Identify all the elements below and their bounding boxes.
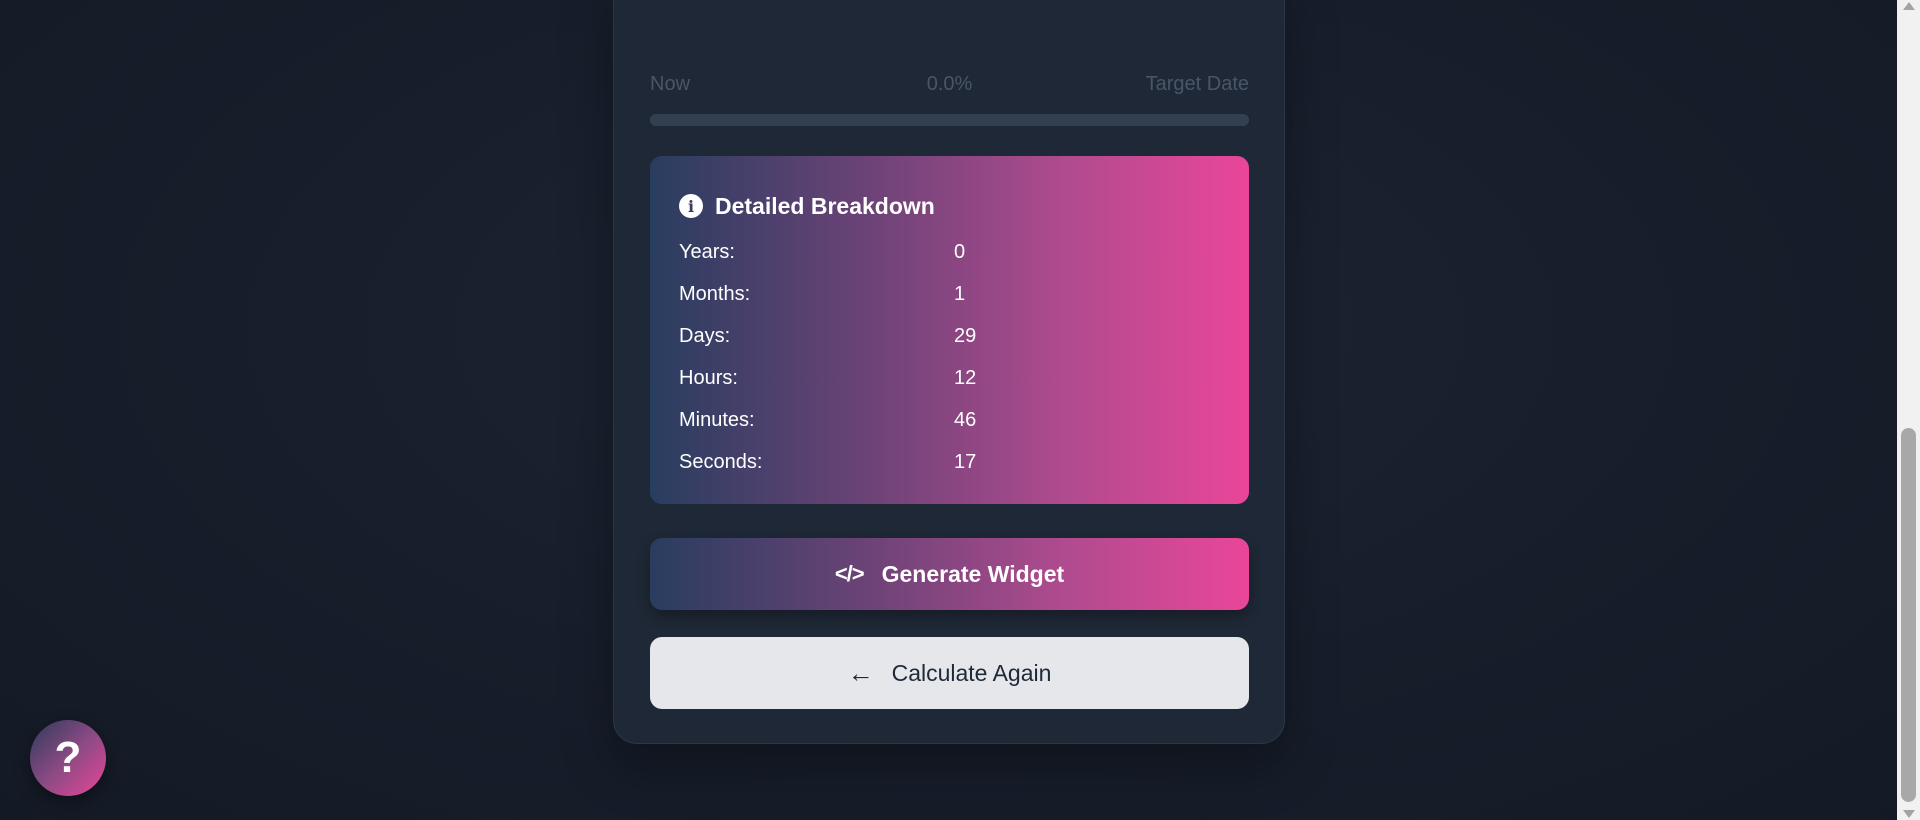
- breakdown-label: Hours:: [679, 367, 738, 389]
- calculate-again-label: Calculate Again: [891, 659, 1052, 686]
- question-mark-icon: ?: [54, 733, 82, 782]
- breakdown-label: Months:: [679, 283, 751, 305]
- help-button[interactable]: ?: [30, 720, 106, 796]
- generate-widget-button[interactable]: </> Generate Widget: [650, 538, 1249, 610]
- page-scrollbar[interactable]: [1897, 0, 1920, 820]
- progress-bar: [650, 114, 1249, 126]
- info-icon: i: [679, 194, 703, 218]
- progress-percent-label: 0.0%: [926, 73, 973, 95]
- breakdown-value: 29: [954, 325, 977, 347]
- breakdown-row-minutes: Minutes: 46: [679, 405, 1219, 435]
- breakdown-label: Minutes:: [679, 409, 755, 431]
- scrollbar-thumb[interactable]: [1901, 428, 1916, 802]
- breakdown-row-months: Months: 1: [679, 279, 1219, 309]
- breakdown-row-hours: Hours: 12: [679, 363, 1219, 393]
- detailed-breakdown-panel: i Detailed Breakdown Years: 0 Months: 1 …: [650, 156, 1249, 504]
- arrow-left-icon: ←: [847, 657, 874, 688]
- breakdown-title: i Detailed Breakdown: [679, 190, 935, 222]
- breakdown-value: 1: [954, 283, 966, 305]
- progress-labels: Now 0.0% Target Date: [650, 73, 1249, 97]
- breakdown-value: 17: [954, 451, 977, 473]
- progress-end-label: Target Date: [1145, 73, 1249, 95]
- breakdown-label: Days:: [679, 325, 731, 347]
- scroll-up-arrow-icon[interactable]: [1903, 2, 1915, 10]
- breakdown-label: Years:: [679, 241, 735, 263]
- breakdown-value: 46: [954, 409, 977, 431]
- countdown-result-card: Now 0.0% Target Date i Detailed Breakdow…: [613, 0, 1285, 744]
- breakdown-value: 12: [954, 367, 977, 389]
- breakdown-row-years: Years: 0: [679, 237, 1219, 267]
- calculate-again-button[interactable]: ← Calculate Again: [650, 637, 1249, 709]
- breakdown-label: Seconds:: [679, 451, 763, 473]
- breakdown-title-text: Detailed Breakdown: [715, 192, 935, 219]
- breakdown-row-seconds: Seconds: 17: [679, 447, 1219, 477]
- progress-start-label: Now: [650, 73, 691, 95]
- scroll-down-arrow-icon[interactable]: [1903, 810, 1915, 818]
- breakdown-row-days: Days: 29: [679, 321, 1219, 351]
- code-icon: </>: [834, 561, 865, 586]
- breakdown-value: 0: [954, 241, 966, 263]
- generate-widget-label: Generate Widget: [881, 560, 1065, 587]
